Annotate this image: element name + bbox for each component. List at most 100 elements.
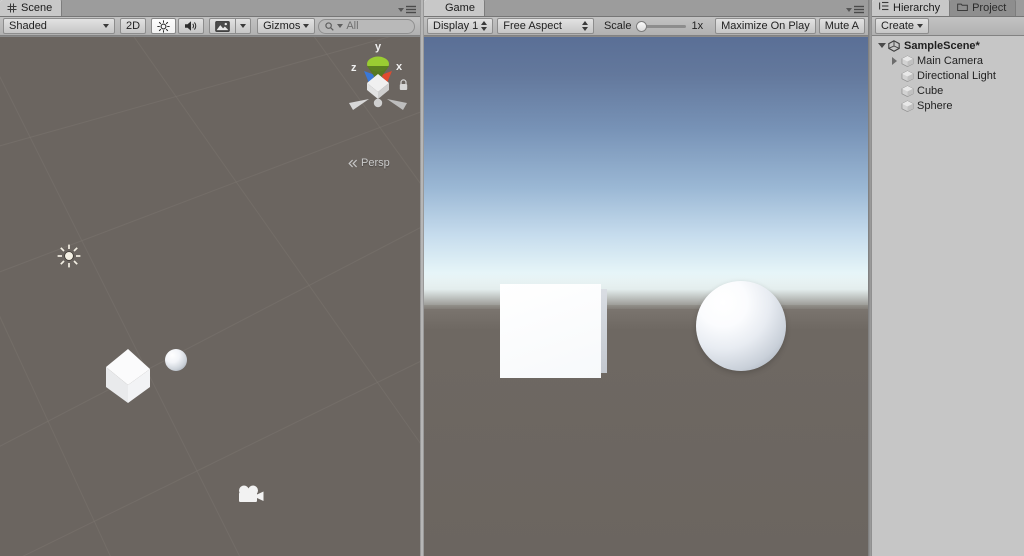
draw-mode-dropdown[interactable]: Shaded bbox=[3, 18, 115, 34]
aspect-dropdown[interactable]: Free Aspect bbox=[497, 18, 594, 34]
game-sphere bbox=[696, 281, 786, 371]
tab-game-label: Game bbox=[445, 1, 475, 14]
updown-icon bbox=[481, 21, 488, 31]
hierarchy-item-cube[interactable]: Cube bbox=[872, 83, 1024, 98]
gameobject-icon bbox=[900, 54, 914, 67]
hierarchy-tabbar: Hierarchy Project bbox=[872, 0, 1024, 17]
toggle-2d-button[interactable]: 2D bbox=[120, 18, 147, 34]
tab-scene[interactable]: Scene bbox=[0, 0, 63, 16]
chevron-down-icon bbox=[303, 24, 310, 28]
foldout-toggle[interactable] bbox=[876, 40, 887, 51]
lighting-toggle-button[interactable] bbox=[151, 18, 177, 34]
tab-game[interactable]: Game bbox=[424, 0, 485, 16]
tab-hierarchy-label: Hierarchy bbox=[893, 1, 941, 14]
chevron-down-icon bbox=[917, 24, 924, 28]
gameobject-icon bbox=[900, 99, 914, 112]
display-dropdown[interactable]: Display 1 bbox=[427, 18, 494, 34]
game-ground bbox=[424, 305, 868, 556]
game-toolbar: Display 1 Free Aspect Scale 1x Maximize … bbox=[424, 17, 868, 36]
hierarchy-item-directional-light[interactable]: Directional Light bbox=[872, 68, 1024, 83]
game-panel-menu-button[interactable] bbox=[846, 5, 865, 14]
scene-search-input[interactable]: All bbox=[318, 18, 415, 34]
hierarchy-item-label: Main Camera bbox=[917, 54, 984, 67]
chevron-down-icon bbox=[398, 7, 404, 12]
chevron-down-icon bbox=[337, 24, 344, 28]
gizmos-label: Gizmos bbox=[263, 20, 301, 32]
scale-slider-handle[interactable] bbox=[636, 20, 648, 32]
game-cube-right-face bbox=[601, 289, 607, 373]
foldout-spacer bbox=[889, 100, 900, 111]
foldout-spacer bbox=[889, 70, 900, 81]
foldout-spacer bbox=[889, 85, 900, 96]
hierarchy-item-label: Directional Light bbox=[917, 69, 996, 82]
camera-gizmo[interactable] bbox=[236, 484, 266, 509]
unity-editor-window: Scene Shaded 2D Gizmos All y z x Persp G… bbox=[0, 0, 1024, 556]
chevron-down-icon bbox=[877, 43, 886, 48]
gizmo-y-label: y bbox=[375, 41, 382, 53]
scene-toolbar: Shaded 2D Gizmos All bbox=[0, 17, 420, 36]
audio-toggle-button[interactable] bbox=[178, 18, 205, 34]
cube-object[interactable] bbox=[98, 333, 156, 408]
hierarchy-item-main-camera[interactable]: Main Camera bbox=[872, 53, 1024, 68]
lock-icon bbox=[399, 79, 408, 90]
gizmos-dropdown[interactable]: Gizmos bbox=[257, 18, 316, 34]
gizmo-x-label: x bbox=[396, 61, 403, 73]
scale-label: Scale bbox=[603, 20, 632, 32]
tab-project-label: Project bbox=[972, 1, 1007, 14]
hierarchy-item-samplescene[interactable]: SampleScene* bbox=[872, 38, 1024, 53]
scale-value: 1x bbox=[691, 20, 704, 32]
effects-dropdown[interactable] bbox=[235, 18, 252, 34]
panel-menu-icon bbox=[406, 5, 416, 14]
hierarchy-toolbar: Create bbox=[872, 17, 1024, 36]
light-gizmo[interactable] bbox=[56, 243, 82, 272]
scene-panel-menu-button[interactable] bbox=[398, 5, 417, 14]
mute-audio-button[interactable]: Mute A bbox=[818, 18, 865, 34]
scene-view-lock-button[interactable] bbox=[398, 79, 409, 94]
sphere-object[interactable] bbox=[165, 349, 187, 371]
perspective-label: Persp bbox=[361, 157, 390, 169]
gamepad-icon bbox=[431, 1, 441, 14]
hierarchy-icon bbox=[879, 1, 889, 14]
chevron-down-icon bbox=[846, 7, 852, 12]
hierarchy-panel: Hierarchy Project Create SampleScene* Ma… bbox=[872, 0, 1024, 556]
game-panel: Game Display 1 Free Aspect Scale 1x Maxi… bbox=[424, 0, 868, 556]
hierarchy-item-sphere[interactable]: Sphere bbox=[872, 98, 1024, 113]
foldout-toggle[interactable] bbox=[889, 55, 900, 66]
hierarchy-list: SampleScene* Main Camera Directional Lig… bbox=[872, 36, 1024, 113]
tab-scene-label: Scene bbox=[21, 1, 53, 14]
effects-toggle-button[interactable] bbox=[209, 18, 236, 34]
create-label: Create bbox=[881, 20, 915, 32]
chevron-down-icon bbox=[103, 24, 109, 28]
display-label: Display 1 bbox=[433, 20, 479, 32]
tab-project[interactable]: Project bbox=[950, 0, 1017, 16]
search-icon bbox=[325, 21, 335, 31]
game-cube bbox=[500, 284, 608, 380]
gameobject-icon bbox=[900, 84, 914, 97]
maximize-on-play-label: Maximize On Play bbox=[721, 20, 810, 32]
image-icon bbox=[215, 20, 230, 32]
maximize-on-play-button[interactable]: Maximize On Play bbox=[715, 18, 816, 34]
chevron-right-icon bbox=[892, 56, 897, 65]
chevron-down-icon bbox=[240, 24, 247, 28]
sun-icon bbox=[57, 244, 81, 268]
create-dropdown[interactable]: Create bbox=[875, 18, 930, 34]
gameobject-icon bbox=[900, 69, 914, 82]
scene-tabbar: Scene bbox=[0, 0, 420, 17]
draw-mode-label: Shaded bbox=[9, 20, 47, 32]
unity-scene-icon bbox=[887, 39, 901, 52]
sun-icon bbox=[157, 19, 170, 33]
speaker-icon bbox=[185, 21, 197, 31]
panel-menu-icon bbox=[854, 5, 864, 14]
tab-hierarchy[interactable]: Hierarchy bbox=[872, 0, 951, 16]
game-tabbar: Game bbox=[424, 0, 868, 17]
scale-slider-group[interactable]: Scale 1x bbox=[599, 18, 708, 34]
game-viewport[interactable] bbox=[424, 37, 868, 556]
scale-slider[interactable] bbox=[636, 20, 687, 32]
scale-slider-track bbox=[642, 25, 687, 28]
game-horizon-haze bbox=[424, 273, 868, 309]
scene-panel: Scene Shaded 2D Gizmos All y z x Persp bbox=[0, 0, 420, 556]
hierarchy-item-label: Sphere bbox=[917, 99, 953, 112]
scene-viewport[interactable]: y z x Persp bbox=[0, 37, 420, 556]
scene-projection-label[interactable]: Persp bbox=[348, 157, 390, 169]
left-arrows-icon bbox=[348, 159, 358, 167]
